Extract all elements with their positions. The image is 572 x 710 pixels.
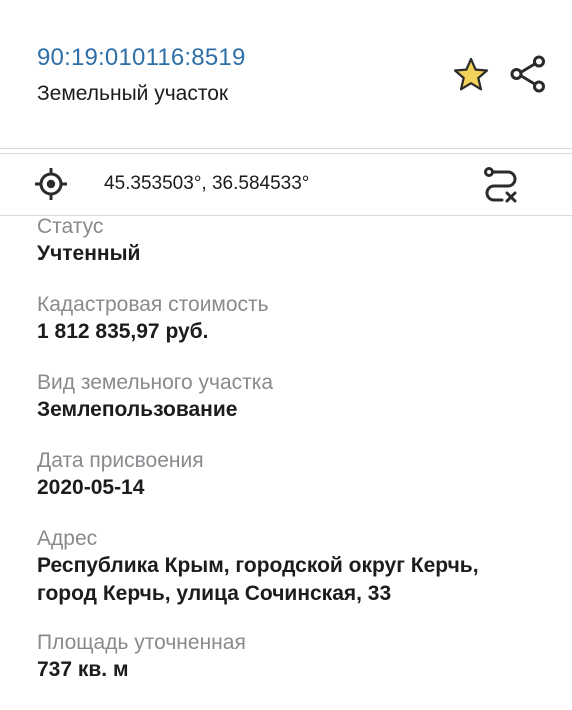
star-icon [453,57,489,91]
object-type: Земельный участок [37,82,229,105]
route-button[interactable] [480,163,522,205]
property-area: Площадь уточненная 737 кв. м [37,630,547,708]
property-label: Дата присвоения [37,449,204,472]
property-label: Площадь уточненная [37,631,246,654]
route-clear-icon [484,167,517,203]
favorite-button[interactable] [452,56,490,94]
crosshair-icon [35,168,67,200]
property-cadastral-value: Кадастровая стоимость 1 812 835,97 руб. [37,292,547,370]
coordinates-text[interactable]: 45.353503°, 36.584533° [104,173,309,195]
locate-button[interactable] [33,166,69,202]
property-label: Адрес [37,527,98,550]
property-assigned-date: Дата присвоения 2020-05-14 [37,448,547,526]
property-status: Статус Учтенный [37,214,547,292]
property-label: Статус [37,215,104,238]
cadastral-number[interactable]: 90:19:010116:8519 [37,44,246,72]
property-address: Адрес Республика Крым, городской округ К… [37,526,547,630]
property-value: 737 кв. м [37,658,129,681]
share-button[interactable] [508,54,548,94]
property-value: Учтенный [37,242,141,265]
property-value-line1: Республика Крым, городской округ Керчь, [37,554,479,577]
property-land-kind: Вид земельного участка Землепользование [37,370,547,448]
object-header: 90:19:010116:8519 Земельный участок [0,0,572,149]
coordinates-bar: 45.353503°, 36.584533° [0,153,572,216]
property-label: Кадастровая стоимость [37,293,269,316]
property-value: 1 812 835,97 руб. [37,320,209,343]
property-value: Землепользование [37,398,238,421]
property-label: Вид земельного участка [37,371,274,394]
property-value: 2020-05-14 [37,476,145,499]
properties-list: Статус Учтенный Кадастровая стоимость 1 … [37,214,547,708]
property-value-line2: город Керчь, улица Сочинская, 33 [37,582,392,605]
share-icon [510,55,545,93]
